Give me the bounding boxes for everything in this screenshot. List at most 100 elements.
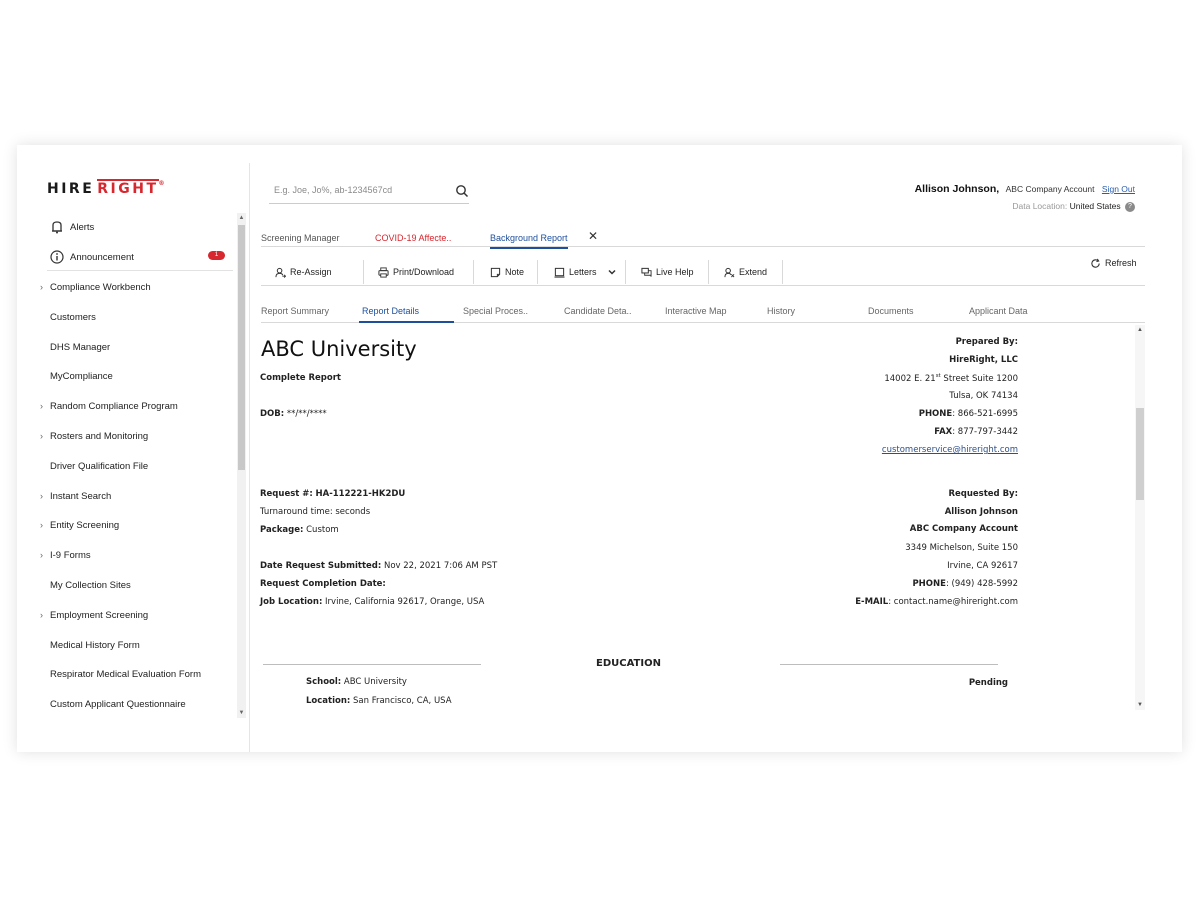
scroll-up-icon[interactable]: ▲ (237, 215, 246, 221)
sidebar-item-customers[interactable]: Customers (50, 312, 96, 323)
extend-button[interactable]: Extend (724, 261, 767, 283)
reassign-label: Re-Assign (290, 267, 332, 277)
chevron-right-icon: › (40, 609, 43, 620)
prepared-by-email-link[interactable]: customerservice@hireright.com (882, 445, 1018, 455)
prepared-by-fax: FAX: 877-797-3442 (934, 427, 1018, 437)
school-value: ABC University (343, 677, 407, 687)
requested-by-name: Allison Johnson (944, 507, 1018, 517)
help-icon[interactable]: ? (1125, 201, 1135, 212)
tab-covid-affected[interactable]: COVID-19 Affecte.. (375, 233, 451, 243)
chat-icon (641, 267, 652, 277)
report-org-title: ABC University (261, 337, 417, 361)
sidebar-item-rosters-and-monitoring[interactable]: › Rosters and Monitoring (40, 431, 149, 442)
toolbar-separator (363, 260, 364, 284)
sidebar-scrollbar[interactable]: ▲ ▼ (237, 213, 246, 718)
refresh-button[interactable]: Refresh (1090, 252, 1137, 274)
prepared-by-phone: PHONE: 866-521-6995 (919, 409, 1018, 419)
report-scroll-thumb[interactable] (1136, 408, 1144, 500)
scroll-down-icon[interactable]: ▼ (237, 710, 246, 716)
sidebar-item-i-9-forms[interactable]: › I-9 Forms (40, 550, 91, 561)
sidebar-item-random-compliance-program[interactable]: › Random Compliance Program (40, 401, 178, 412)
scroll-down-icon[interactable]: ▼ (1135, 702, 1145, 708)
chevron-right-icon: › (40, 282, 43, 292)
app-window: HIRE RIGHT® Alerts Announcement 1 › Compli… (17, 145, 1182, 752)
subtab-candidate-details[interactable]: Candidate Deta.. (564, 306, 632, 316)
chevron-right-icon: › (40, 401, 43, 412)
report-content: ABC University Complete Report DOB: **/*… (253, 325, 1145, 720)
subtab-applicant-data[interactable]: Applicant Data (969, 306, 1028, 316)
subtab-documents[interactable]: Documents (868, 306, 914, 316)
toolbar-separator (708, 260, 709, 284)
data-location-label: Data Location: (1012, 201, 1068, 211)
toolbar-separator (625, 260, 626, 284)
active-subtab-indicator (359, 321, 454, 323)
reassign-user-icon (275, 267, 286, 278)
search-input[interactable] (269, 178, 449, 202)
chevron-right-icon: › (40, 490, 43, 501)
sidebar-item-label: Rosters and Monitoring (50, 431, 149, 442)
live-help-button[interactable]: Live Help (641, 261, 694, 283)
school-row: School: ABC University (306, 677, 407, 687)
sidebar-item-label: My Collection Sites (50, 580, 131, 591)
tab-bar: Screening Manager COVID-19 Affecte.. Bac… (261, 223, 1145, 249)
sign-out-link[interactable]: Sign Out (1102, 184, 1135, 194)
sidebar-scroll-thumb[interactable] (238, 225, 245, 470)
prep-address-street: Street Suite 1200 (940, 373, 1018, 384)
sidebar-item-employment-screening[interactable]: › Employment Screening (40, 610, 148, 621)
hireright-logo[interactable]: HIRE RIGHT® (47, 179, 165, 197)
announcement-badge: 1 (208, 251, 225, 260)
sidebar-item-instant-search[interactable]: › Instant Search (40, 491, 111, 502)
note-button[interactable]: Note (490, 261, 524, 283)
sidebar-item-label: DHS Manager (50, 341, 111, 353)
sidebar-item-driver-qualification-file[interactable]: Driver Qualification File (50, 461, 148, 472)
letters-icon (554, 267, 565, 278)
refresh-label: Refresh (1105, 258, 1137, 268)
prepared-by-label: Prepared By: (955, 337, 1018, 347)
print-download-label: Print/Download (393, 267, 455, 277)
reassign-button[interactable]: Re-Assign (275, 261, 332, 283)
request-number-value: HA-112221-HK2DU (315, 489, 406, 499)
sidebar-item-entity-screening[interactable]: › Entity Screening (40, 520, 119, 531)
search-box (269, 178, 469, 204)
sidebar-item-label: Respirator Medical Evaluation Form (50, 669, 202, 681)
date-submitted-label: Date Request Submitted: (260, 561, 382, 571)
section-divider-left (263, 664, 481, 665)
sidebar-item-compliance-workbench[interactable]: › Compliance Workbench (40, 282, 151, 293)
sidebar-item-my-collection-sites[interactable]: My Collection Sites (50, 580, 131, 591)
sidebar-item-mycompliance[interactable]: MyCompliance (50, 371, 113, 382)
scroll-up-icon[interactable]: ▲ (1135, 327, 1145, 333)
section-divider-right (780, 664, 998, 665)
subtab-history[interactable]: History (767, 306, 795, 316)
subtab-interactive-map[interactable]: Interactive Map (665, 306, 727, 316)
letters-dropdown[interactable]: Letters (554, 261, 617, 283)
print-download-button[interactable]: Print/Download (378, 261, 454, 283)
sidebar-item-announcement[interactable]: Announcement (70, 252, 134, 263)
sidebar-item-medical-history-form[interactable]: Medical History Form (50, 640, 140, 651)
toolbar-separator (782, 260, 783, 284)
tab-background-report[interactable]: Background Report (490, 233, 568, 249)
report-scrollbar[interactable]: ▲ ▼ (1135, 325, 1145, 710)
sidebar-item-custom-applicant-questionnaire[interactable]: Custom Applicant Questionnaire (50, 699, 186, 710)
sidebar-item-label: Customers (50, 311, 96, 323)
letters-label: Letters (569, 267, 597, 277)
sidebar-item-label: Medical History Form (50, 639, 140, 651)
sidebar-item-respirator-medical-evaluation-form[interactable]: Respirator Medical Evaluation Form (50, 669, 201, 680)
requested-by-city: Irvine, CA 92617 (947, 561, 1018, 571)
subtab-report-details[interactable]: Report Details (362, 306, 419, 316)
date-submitted-value: Nov 22, 2021 7:06 AM PST (383, 561, 498, 571)
requested-by-label: Requested By: (948, 489, 1018, 499)
req-email-label: E-MAIL (855, 597, 889, 607)
subtab-report-summary[interactable]: Report Summary (261, 306, 329, 316)
subtab-special-processing[interactable]: Special Proces.. (463, 306, 528, 316)
requested-by-email: E-MAIL: contact.name@hireright.com (855, 597, 1018, 607)
prep-fax-value: : 877-797-3442 (952, 427, 1018, 437)
sidebar-item-alerts[interactable]: Alerts (70, 222, 94, 233)
tab-screening-manager[interactable]: Screening Manager (261, 233, 340, 243)
live-help-label: Live Help (656, 267, 694, 277)
close-icon[interactable]: ✕ (588, 229, 598, 243)
extend-user-icon (724, 267, 735, 277)
sidebar-item-dhs-manager[interactable]: DHS Manager (50, 342, 110, 353)
search-icon[interactable] (455, 184, 469, 198)
prep-address-number: 14002 E. 21 (884, 373, 936, 384)
sidebar-item-label: Custom Applicant Questionnaire (50, 699, 186, 711)
